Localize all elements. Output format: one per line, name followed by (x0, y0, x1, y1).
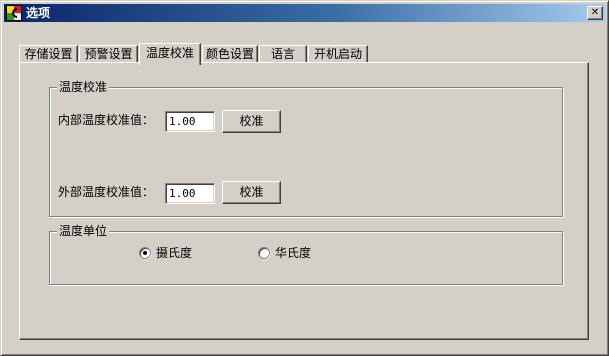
internal-calibrate-button[interactable]: 校准 (222, 110, 281, 133)
tab-panel-temperature-calibration: 温度校准 内部温度校准值： 1.00 校准 外部温度校准值： 1.00 校准 温… (19, 62, 589, 340)
options-dialog: 选项 ✕ 存储设置 预警设置 温度校准 颜色设置 语言 开机启动 温度校准 内部… (0, 0, 609, 356)
celsius-label[interactable]: 摄氏度 (156, 246, 192, 260)
external-calibration-label: 外部温度校准值： (58, 185, 155, 199)
internal-calibration-label: 内部温度校准值： (58, 113, 155, 127)
tab-storage-settings[interactable]: 存储设置 (19, 45, 78, 63)
radio-selected-dot (143, 251, 147, 255)
tab-startup[interactable]: 开机启动 (308, 45, 368, 63)
external-calibrate-button[interactable]: 校准 (222, 181, 281, 204)
calibration-group-title: 温度校准 (57, 80, 110, 94)
app-icon (6, 5, 22, 21)
tab-temperature-calibration[interactable]: 温度校准 (139, 43, 201, 65)
tab-language[interactable]: 语言 (259, 45, 307, 63)
title-bar[interactable]: 选项 ✕ (4, 4, 605, 22)
fahrenheit-label[interactable]: 华氏度 (275, 246, 311, 260)
window-title: 选项 (26, 6, 51, 20)
calibration-group: 温度校准 内部温度校准值： 1.00 校准 外部温度校准值： 1.00 校准 (49, 80, 563, 217)
internal-calibration-input[interactable]: 1.00 (165, 111, 215, 132)
external-calibration-input[interactable]: 1.00 (165, 183, 215, 204)
fahrenheit-radio[interactable] (258, 247, 270, 259)
close-button[interactable]: ✕ (587, 6, 603, 20)
tab-alarm-settings[interactable]: 预警设置 (79, 45, 138, 63)
temperature-unit-group-title: 温度单位 (57, 224, 110, 238)
close-icon: ✕ (590, 7, 600, 18)
celsius-radio[interactable] (139, 247, 151, 259)
temperature-unit-group: 温度单位 摄氏度 华氏度 (49, 224, 563, 285)
tab-color-settings[interactable]: 颜色设置 (202, 45, 258, 63)
